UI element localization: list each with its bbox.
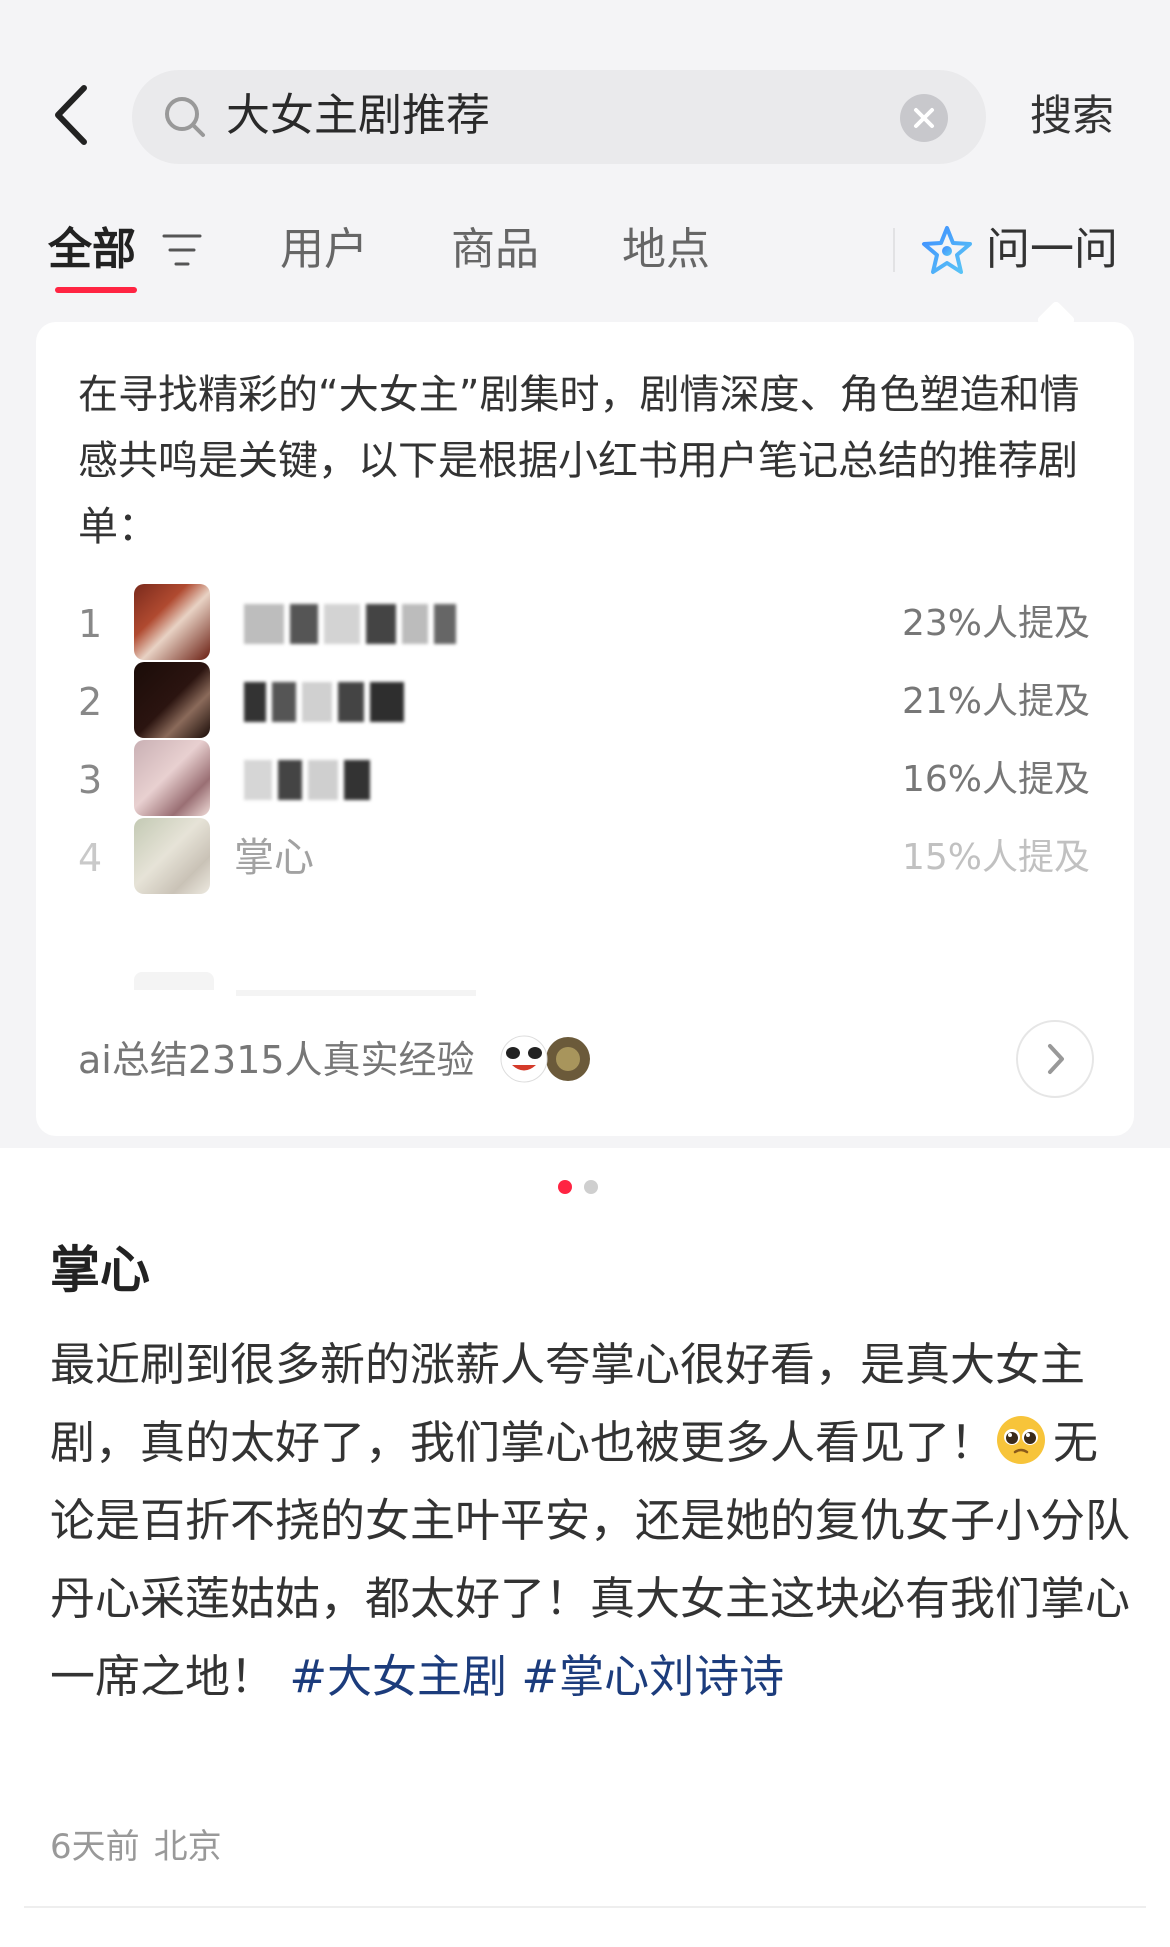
blurred-title: [244, 682, 410, 722]
active-tab-indicator: [55, 287, 137, 293]
post-body: 最近刷到很多新的涨薪人夸掌心很好看，是真大女主剧，真的太好了，我们掌心也被更多人…: [50, 1326, 1130, 1716]
clear-search-button[interactable]: [900, 94, 948, 142]
mention-percent: 15%人提及: [901, 837, 1090, 878]
tab-all[interactable]: 全部: [48, 222, 136, 278]
tab-products[interactable]: 商品: [451, 222, 539, 278]
rank-number: 4: [78, 836, 103, 880]
search-icon: [165, 97, 205, 137]
post-meta: 6天前 北京: [50, 1822, 222, 1872]
expand-summary-button[interactable]: [1016, 1020, 1094, 1098]
post-text: 最近刷到很多新的涨薪人夸掌心很好看，是真大女主剧，真的太好了，我们掌心也被更多人…: [50, 1338, 1086, 1469]
pleading-face-emoji: [997, 1416, 1046, 1464]
ranking-row[interactable]: 4 掌心 15%人提及: [36, 818, 1134, 898]
search-input[interactable]: 大女主剧推荐: [132, 70, 986, 164]
sparkle-star-icon: [922, 226, 972, 274]
post-title: 掌心: [50, 1241, 150, 1299]
drama-thumbnail: [134, 662, 210, 738]
ranking-row[interactable]: 1 23%人提及: [36, 584, 1134, 664]
chevron-left-icon: [55, 85, 87, 145]
search-submit-button[interactable]: 搜索: [1030, 88, 1114, 144]
page-dot[interactable]: [584, 1180, 598, 1194]
rank-number: 3: [78, 758, 103, 802]
ranking-row[interactable]: 3 16%人提及: [36, 740, 1134, 820]
post-time: 6天前: [50, 1827, 140, 1867]
drama-title: 掌心: [234, 835, 314, 881]
blurred-title: [244, 760, 376, 800]
ai-intro-text: 在寻找精彩的“大女主”剧集时，剧情深度、角色塑造和情感共鸣是关键，以下是根据小红…: [78, 372, 1080, 550]
mention-percent: 21%人提及: [901, 681, 1090, 722]
ask-button[interactable]: 问一问: [920, 218, 1130, 282]
rank-number: 2: [78, 680, 103, 724]
hashtag-link[interactable]: #掌心刘诗诗: [521, 1650, 784, 1703]
tab-places[interactable]: 地点: [622, 222, 710, 278]
close-icon: [914, 108, 934, 128]
back-button[interactable]: [48, 80, 98, 150]
drama-thumbnail: [134, 818, 210, 894]
ai-summary-card[interactable]: 在寻找精彩的“大女主”剧集时，剧情深度、角色塑造和情感共鸣是关键，以下是根据小红…: [36, 322, 1134, 1136]
user-avatars: [500, 1035, 590, 1083]
drama-thumbnail: [134, 584, 210, 660]
page-dot-active[interactable]: [558, 1180, 572, 1194]
post-location: 北京: [153, 1827, 222, 1867]
faded-thumbnail: [134, 972, 214, 990]
blurred-title: [244, 604, 462, 644]
ask-label: 问一问: [986, 224, 1118, 275]
tab-users[interactable]: 用户: [280, 222, 368, 278]
chevron-right-icon: [1048, 1044, 1064, 1074]
hashtag-link[interactable]: #大女主剧: [289, 1650, 507, 1703]
filter-icon[interactable]: [160, 230, 204, 270]
search-query[interactable]: 大女主剧推荐: [226, 88, 490, 144]
tab-divider: [893, 228, 895, 272]
faded-row-line: [236, 990, 476, 996]
ai-summary-label: ai总结2315人真实经验: [78, 1038, 475, 1082]
ranking-row[interactable]: 2 21%人提及: [36, 662, 1134, 742]
mention-percent: 23%人提及: [901, 603, 1090, 644]
divider: [24, 1906, 1146, 1908]
drama-thumbnail: [134, 740, 210, 816]
rank-number: 1: [78, 602, 103, 646]
mention-percent: 16%人提及: [901, 759, 1090, 800]
